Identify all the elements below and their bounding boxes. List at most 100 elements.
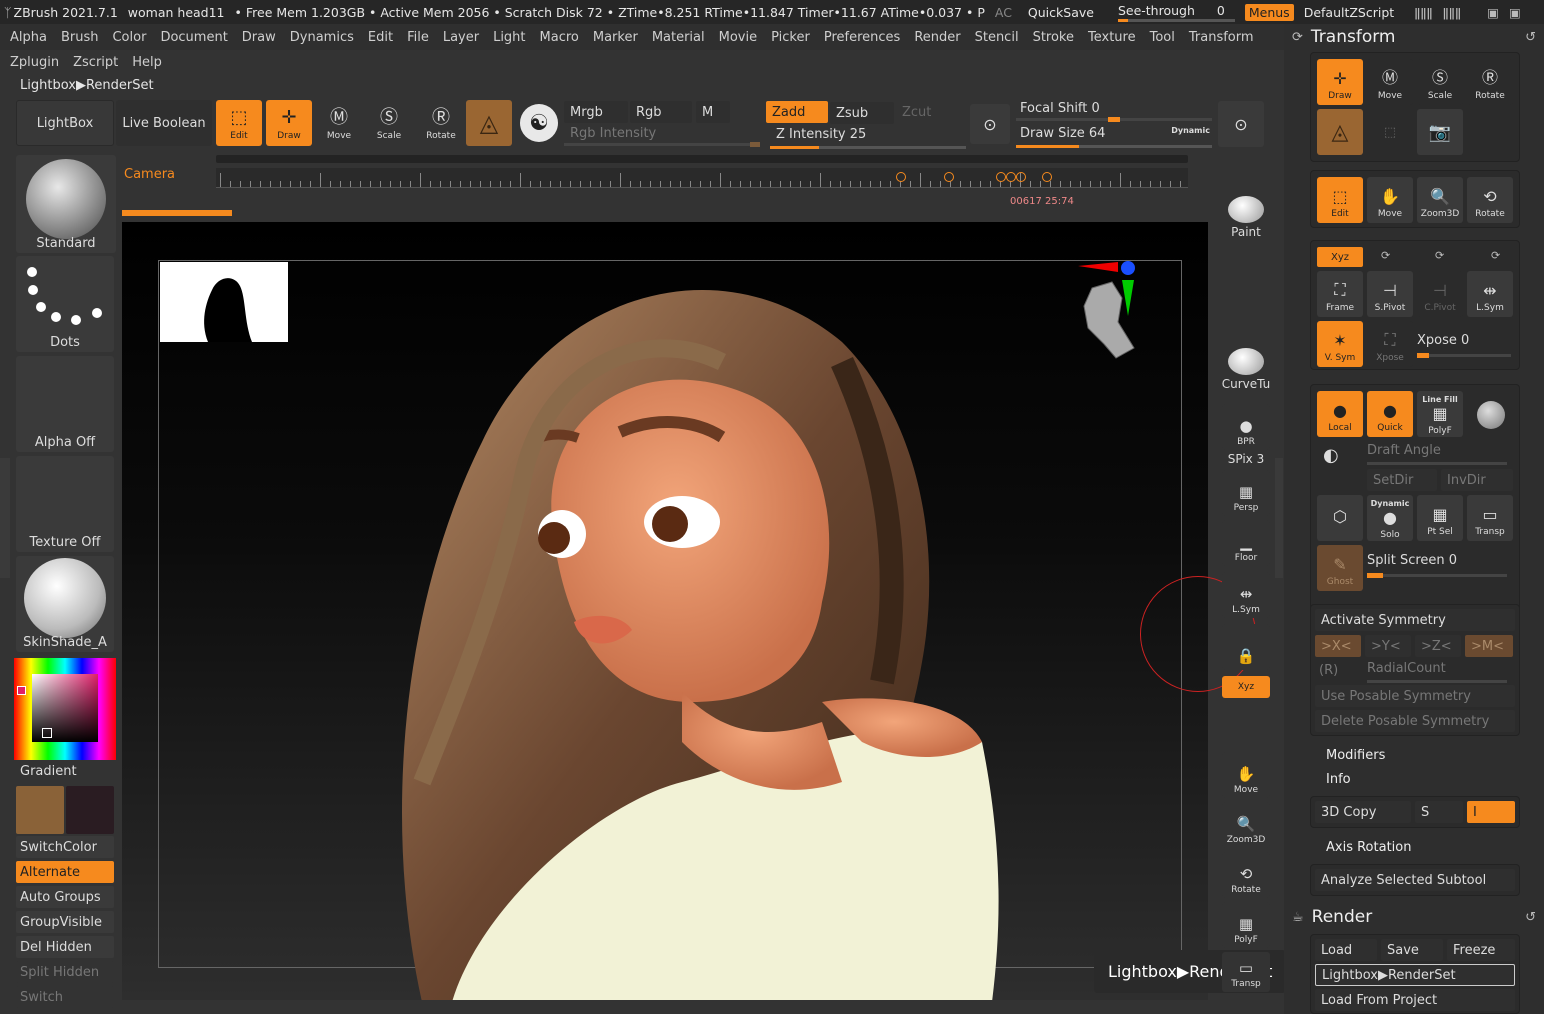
timeline-keyframe[interactable] <box>1006 172 1016 182</box>
sculpt-render[interactable] <box>122 222 1208 1000</box>
rgb-button[interactable]: Rgb <box>630 101 692 123</box>
menu-render[interactable]: Render <box>914 30 960 45</box>
timeline-keyframe[interactable] <box>944 172 954 182</box>
render-reset-icon[interactable]: ↺ <box>1525 910 1536 925</box>
polyf-button[interactable]: Line Fill ▦ PolyF <box>1417 391 1463 437</box>
material-picker[interactable]: SkinShade_A <box>16 556 114 652</box>
timeline-keyframe[interactable] <box>1042 172 1052 182</box>
frame-button[interactable]: ⛶ Frame <box>1317 271 1363 317</box>
bpr-button[interactable]: ● BPR <box>1222 404 1270 450</box>
quicksave-button[interactable]: QuickSave <box>1028 5 1094 20</box>
rotate-mode-button[interactable]: Ⓡ Rotate <box>418 100 464 146</box>
modifiers-section[interactable]: Modifiers <box>1326 748 1385 763</box>
menu-file[interactable]: File <box>407 30 429 45</box>
setdir-button[interactable]: SetDir <box>1367 469 1437 491</box>
s-button[interactable]: S <box>1415 801 1463 823</box>
zsub-button[interactable]: Zsub <box>830 102 894 124</box>
m-button[interactable]: M <box>696 101 730 123</box>
stroke-picker[interactable]: Dots <box>16 256 114 352</box>
vsym-button[interactable]: ✶ V. Sym <box>1317 321 1363 367</box>
info-section[interactable]: Info <box>1326 772 1351 787</box>
xpose-slider[interactable]: Xpose 0 <box>1417 333 1515 359</box>
zoom3d-shelf-button[interactable]: 🔍 Zoom3D <box>1222 802 1270 848</box>
draft-angle-slider[interactable]: Draft Angle <box>1367 443 1513 465</box>
draw-mode-button[interactable]: ✛ Draw <box>266 100 312 146</box>
menus-toggle-button[interactable]: Menus <box>1244 3 1294 21</box>
tp-material-swatch[interactable]: ◬ <box>1317 109 1363 155</box>
menu-document[interactable]: Document <box>160 30 227 45</box>
menu-dynamics[interactable]: Dynamics <box>290 30 354 45</box>
left-button-switchcolor[interactable]: SwitchColor <box>16 836 114 858</box>
move-shelf-button[interactable]: ✋ Move <box>1222 752 1270 798</box>
default-zscript-button[interactable]: DefaultZScript <box>1304 5 1395 20</box>
material-swatch-button[interactable]: ◬ <box>466 100 512 146</box>
menu-stencil[interactable]: Stencil <box>975 30 1019 45</box>
menu-marker[interactable]: Marker <box>593 30 638 45</box>
menu-draw[interactable]: Draw <box>242 30 276 45</box>
right-edge-toggle[interactable] <box>1275 458 1283 578</box>
gyro-icon[interactable]: ☯ <box>520 104 558 142</box>
menu-zscript[interactable]: Zscript <box>73 55 118 70</box>
left-button-split-hidden[interactable]: Split Hidden <box>16 961 114 983</box>
tp-edit-button[interactable]: ⬚ Edit <box>1317 177 1363 223</box>
sym-x-icon[interactable]: ⟳ <box>1491 249 1500 262</box>
menu-layer[interactable]: Layer <box>443 30 479 45</box>
local-button[interactable]: ● Local <box>1317 391 1363 437</box>
axis-rotation-section[interactable]: Axis Rotation <box>1326 840 1411 855</box>
menu-help[interactable]: Help <box>132 55 162 70</box>
render-load-button[interactable]: Load <box>1315 939 1377 961</box>
tp-nav-move-button[interactable]: ✋ Move <box>1367 177 1413 223</box>
ptsel-button[interactable]: ▦ Pt Sel <box>1417 495 1463 541</box>
reset-icon[interactable]: ↺ <box>1525 30 1536 45</box>
z-intensity-slider[interactable]: Z Intensity 25 <box>770 127 966 149</box>
lightbox-button[interactable]: LightBox <box>16 100 114 146</box>
delete-posable-symmetry-button[interactable]: Delete Posable Symmetry <box>1315 710 1515 732</box>
left-button-del-hidden[interactable]: Del Hidden <box>16 936 114 958</box>
cpivot-button[interactable]: ⊣ C.Pivot <box>1417 271 1463 317</box>
timeline-keyframe[interactable] <box>1016 172 1026 182</box>
menu-zplugin[interactable]: Zplugin <box>10 55 59 70</box>
ghost-button[interactable]: ✎ Ghost <box>1317 545 1363 591</box>
rotate-shelf-button[interactable]: ⟲ Rotate <box>1222 852 1270 898</box>
spivot-button[interactable]: ⊣ S.Pivot <box>1367 271 1413 317</box>
mrgb-button[interactable]: Mrgb <box>564 101 628 123</box>
sym-z-button[interactable]: >Z< <box>1415 635 1461 657</box>
orientation-gizmo[interactable] <box>1078 258 1148 388</box>
renderset-button[interactable]: Lightbox▶RenderSet <box>1315 964 1515 986</box>
local-shelf-button[interactable]: 🔒 <box>1222 624 1270 670</box>
transp-shelf-button[interactable]: ▭ Transp <box>1222 952 1270 992</box>
sym-z-icon[interactable]: ⟳ <box>1435 249 1444 262</box>
tp-zoom3d-button[interactable]: 🔍 Zoom3D <box>1417 177 1463 223</box>
contrast-icon[interactable]: ◐ <box>1323 445 1339 466</box>
menu-material[interactable]: Material <box>652 30 705 45</box>
menu-color[interactable]: Color <box>112 30 146 45</box>
spix-slider[interactable]: SPix 3 <box>1222 452 1270 468</box>
palette-icon[interactable]: ǁǁǁ <box>1414 5 1432 20</box>
tp-draw-button[interactable]: ✛ Draw <box>1317 59 1363 105</box>
tp-nav-rotate-button[interactable]: ⟲ Rotate <box>1467 177 1513 223</box>
live-boolean-button[interactable]: Live Boolean <box>116 100 212 146</box>
camera-icon[interactable]: 📷 <box>1417 109 1463 155</box>
alpha-picker[interactable]: Alpha Off <box>16 356 114 452</box>
activate-symmetry-button[interactable]: Activate Symmetry <box>1315 609 1515 631</box>
scale-mode-button[interactable]: Ⓢ Scale <box>366 100 412 146</box>
sym-m-button[interactable]: >M< <box>1465 635 1513 657</box>
copy3d-button[interactable]: 3D Copy <box>1315 801 1411 823</box>
render-freeze-button[interactable]: Freeze <box>1447 939 1515 961</box>
left-button-auto-groups[interactable]: Auto Groups <box>16 886 114 908</box>
menu-light[interactable]: Light <box>493 30 525 45</box>
lsym-shelf-button[interactable]: ⇹ L.Sym <box>1222 572 1270 618</box>
timeline[interactable] <box>216 168 1188 188</box>
menu-brush[interactable]: Brush <box>61 30 99 45</box>
menu-movie[interactable]: Movie <box>719 30 757 45</box>
menu-transform[interactable]: Transform <box>1189 30 1254 45</box>
zadd-button[interactable]: Zadd <box>766 101 828 123</box>
menu-tool[interactable]: Tool <box>1150 30 1175 45</box>
quick-button[interactable]: ● Quick <box>1367 391 1413 437</box>
paint-button[interactable]: Paint <box>1222 196 1270 242</box>
transp-button[interactable]: ▭ Transp <box>1467 495 1513 541</box>
focal-shift-slider[interactable]: Focal Shift 0 <box>1016 101 1212 123</box>
floor-button[interactable]: ▁ Floor <box>1222 520 1270 566</box>
menu-stroke[interactable]: Stroke <box>1033 30 1074 45</box>
sym-y-icon[interactable]: ⟳ <box>1381 249 1390 262</box>
